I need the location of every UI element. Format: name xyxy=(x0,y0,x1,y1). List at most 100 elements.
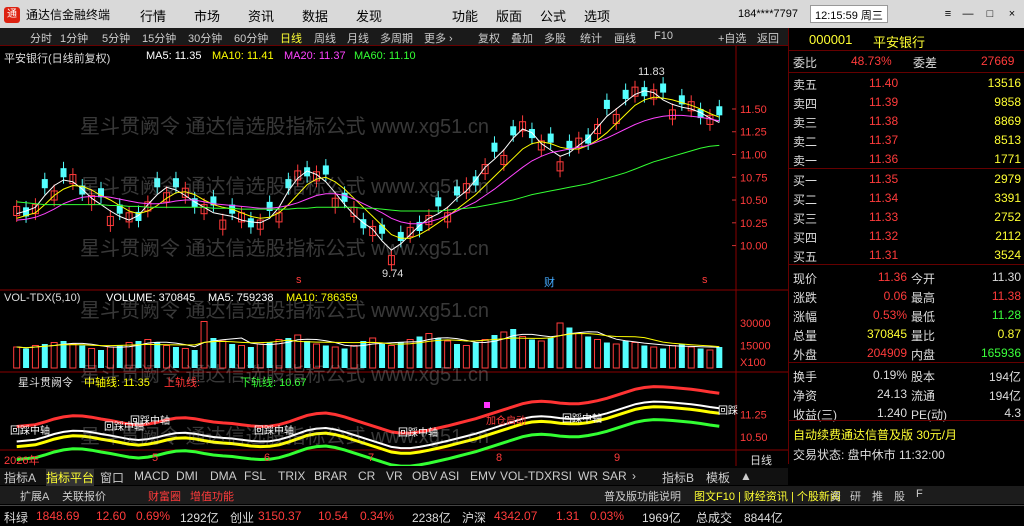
btn-back[interactable]: 返回 xyxy=(757,30,779,46)
btn-f10[interactable]: F10 xyxy=(654,30,673,42)
menu-gongshi[interactable]: 公式 xyxy=(540,6,566,25)
price-tick-label: 11.00 xyxy=(740,150,767,162)
menu-xuanxiang[interactable]: 选项 xyxy=(584,6,610,25)
indicator-tab[interactable]: BRAR xyxy=(314,469,347,483)
event-marker-s2[interactable]: s xyxy=(702,274,708,286)
volume-tick-label: 30000 xyxy=(740,318,771,330)
bid-row[interactable]: 买一 11.35 2979 xyxy=(789,170,1024,188)
low-price-marker: 9.74 xyxy=(382,268,404,280)
menu-gongneng[interactable]: 功能 xyxy=(452,6,478,25)
tab-weekly[interactable]: 周线 xyxy=(314,30,336,46)
indicator-tab[interactable]: TRIX xyxy=(278,469,305,483)
candle-body-down xyxy=(285,179,292,189)
bid-row[interactable]: 买二 11.34 3391 xyxy=(789,189,1024,207)
tab-gu[interactable]: 股 xyxy=(894,488,905,504)
tab-f10-news[interactable]: 图文F10 | 财经资讯 | 个股新闻 xyxy=(694,488,841,504)
bid-row[interactable]: 买五 11.31 3524 xyxy=(789,246,1024,264)
tab-extend-a[interactable]: 扩展A xyxy=(20,488,49,504)
menu-banmian[interactable]: 版面 xyxy=(496,6,522,25)
indicator-tab[interactable]: CR xyxy=(358,469,375,483)
account-id[interactable]: 184****7797 xyxy=(738,8,798,20)
tab-more[interactable]: 更多 › xyxy=(424,30,453,46)
indicator-tab[interactable]: DMI xyxy=(176,469,198,483)
menu-shichang[interactable]: 市场 xyxy=(194,6,220,25)
stock-code[interactable]: 000001 xyxy=(809,32,852,47)
indicator-tab[interactable]: OBV xyxy=(412,469,437,483)
indicator-tab[interactable]: VOL-TDX xyxy=(500,469,552,483)
tab-15min[interactable]: 15分钟 xyxy=(142,30,176,46)
indicator-tab[interactable]: WR xyxy=(578,469,598,483)
price-tick-label: 10.00 xyxy=(740,241,768,253)
stat-value: 11.36 xyxy=(877,270,907,284)
btn-huaxian[interactable]: 画线 xyxy=(614,30,636,46)
stat-label: 总量 xyxy=(793,329,818,343)
chart-area[interactable]: 11.50 11.25 11.00 10.75 10.50 10.25 10.00 3000… xyxy=(0,46,788,468)
indicator-tab[interactable]: EMV xyxy=(470,469,496,483)
tab-monthly[interactable]: 月线 xyxy=(347,30,369,46)
event-marker-s1[interactable]: s xyxy=(296,274,302,286)
ask-row[interactable]: 卖一 11.36 1771 xyxy=(789,150,1024,168)
bid-row[interactable]: 买三 11.33 2752 xyxy=(789,208,1024,226)
status-item: 8844亿 xyxy=(744,511,783,525)
indicator-tab[interactable]: 指标平台 xyxy=(46,469,95,486)
period-toolbar: 分时 1分钟 5分钟 15分钟 30分钟 60分钟 日线 周线 月线 多周期 更… xyxy=(0,28,788,46)
indicator-tab[interactable]: SAR xyxy=(602,469,627,483)
tab-daily[interactable]: 日线 xyxy=(280,30,302,46)
menu-hangqing[interactable]: 行情 xyxy=(140,6,166,25)
indicator-tab[interactable]: 指标A xyxy=(4,469,36,486)
tab-1min[interactable]: 1分钟 xyxy=(60,30,88,46)
promo-banner[interactable]: 自动续费通达信普及版 30元/月 xyxy=(793,426,957,443)
btn-duogu[interactable]: 多股 xyxy=(544,30,566,46)
stock-name[interactable]: 平安银行 xyxy=(873,32,925,51)
quote-panel: 000001 平安银行 委比 48.73% 委差 27669 卖五 11.40 … xyxy=(788,28,1024,464)
btn-tongji[interactable]: 统计 xyxy=(580,30,602,46)
maximize-icon[interactable]: □ xyxy=(982,6,998,22)
tab-f[interactable]: F xyxy=(916,488,923,500)
btn-add-watchlist[interactable]: +自选 xyxy=(718,30,746,46)
tab-multi-period[interactable]: 多周期 xyxy=(380,30,413,46)
ask-row[interactable]: 卖五 11.40 13516 xyxy=(789,74,1024,92)
event-marker-finance[interactable]: 财 xyxy=(544,274,555,290)
tab-value-added[interactable]: 增值功能 xyxy=(190,488,234,504)
title-bar: 通 通达信金融终端 行情 市场 资讯 数据 发现 功能 版面 公式 选项 184… xyxy=(0,0,1024,28)
volume-tick-label: X100 xyxy=(740,357,766,369)
indicator-tab[interactable]: RSI xyxy=(552,469,572,483)
indicator-tab[interactable]: ▲ xyxy=(740,469,752,483)
indicator-tab[interactable]: 模板 xyxy=(706,469,730,486)
indicator-tab[interactable]: 指标B xyxy=(662,469,694,486)
bid-row[interactable]: 买四 11.32 2112 xyxy=(789,227,1024,245)
indicator-tab[interactable]: 窗口 xyxy=(100,469,124,486)
ask-row[interactable]: 卖三 11.38 8869 xyxy=(789,112,1024,130)
tab-60min[interactable]: 60分钟 xyxy=(234,30,268,46)
menu-icon[interactable]: ≡ xyxy=(940,6,956,22)
vol-ma10-label: MA10: 786359 xyxy=(286,292,358,304)
ask-row[interactable]: 卖二 11.37 8513 xyxy=(789,131,1024,149)
menu-shuju[interactable]: 数据 xyxy=(302,6,328,25)
volume-bar xyxy=(528,339,535,368)
tab-wealth-circle[interactable]: 财富圈 xyxy=(148,488,181,504)
indicator-tab[interactable]: DMA xyxy=(210,469,237,483)
tab-zi[interactable]: 资 xyxy=(830,488,841,504)
tab-30min[interactable]: 30分钟 xyxy=(188,30,222,46)
ask-row[interactable]: 卖四 11.39 9858 xyxy=(789,93,1024,111)
menu-zixun[interactable]: 资讯 xyxy=(248,6,274,25)
tab-related-quote[interactable]: 关联报价 xyxy=(62,488,106,504)
tab-5min[interactable]: 5分钟 xyxy=(102,30,130,46)
stat-label: 现价 xyxy=(793,272,818,286)
indicator-tab[interactable]: VR xyxy=(386,469,403,483)
tab-basic-help[interactable]: 普及版功能说明 xyxy=(604,488,681,504)
indicator-tab[interactable]: › xyxy=(632,469,636,483)
kline-chart-svg[interactable]: 11.50 11.25 11.00 10.75 10.50 10.25 10.00 3000… xyxy=(0,46,788,468)
btn-diejia[interactable]: 叠加 xyxy=(511,30,533,46)
tab-fenshi[interactable]: 分时 xyxy=(30,30,52,46)
tab-tui[interactable]: 推 xyxy=(872,488,883,504)
indicator-tab[interactable]: FSL xyxy=(244,469,266,483)
close-icon[interactable]: × xyxy=(1004,6,1020,22)
indicator-tab[interactable]: ASI xyxy=(440,469,459,483)
tab-yan[interactable]: 研 xyxy=(850,488,861,504)
btn-fuquan[interactable]: 复权 xyxy=(478,30,500,46)
minimize-icon[interactable]: — xyxy=(960,6,976,22)
menu-faxian[interactable]: 发现 xyxy=(356,6,382,25)
stat-value: 0.53% xyxy=(872,308,907,322)
indicator-tab[interactable]: MACD xyxy=(134,469,169,483)
